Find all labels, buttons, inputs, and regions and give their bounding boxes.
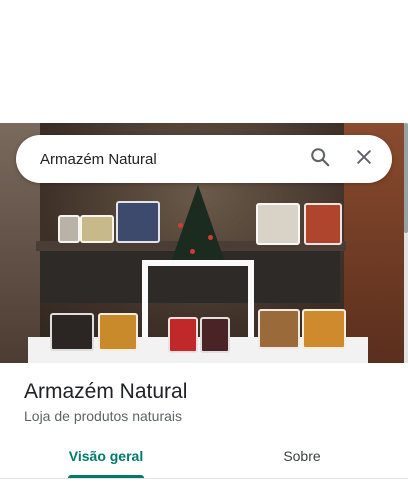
tab-overview[interactable]: Visão geral — [66, 436, 146, 476]
photo-jar — [200, 317, 230, 353]
place-title: Armazém Natural — [24, 380, 188, 403]
place-category: Loja de produtos naturais — [24, 408, 182, 424]
search-input[interactable]: Armazém Natural — [40, 151, 300, 168]
scrollbar[interactable] — [404, 123, 408, 363]
tabs-divider — [0, 478, 408, 479]
photo-ornament — [190, 249, 195, 254]
photo-jar — [50, 313, 94, 351]
tab-about[interactable]: Sobre — [262, 436, 342, 476]
photo-jar — [116, 201, 160, 243]
photo-ornament — [208, 235, 213, 240]
search-icon — [309, 146, 331, 173]
place-tabs: Visão geral Sobre — [0, 436, 408, 478]
photo-jar — [168, 317, 198, 353]
photo-jar — [80, 215, 114, 243]
photo-jar — [58, 215, 80, 243]
photo-jar — [256, 203, 300, 245]
scrollbar-thumb[interactable] — [404, 123, 408, 233]
close-icon — [354, 147, 374, 172]
photo-ornament — [178, 223, 183, 228]
photo-jar — [258, 309, 300, 349]
photo-jar — [302, 309, 346, 349]
photo-jar — [304, 203, 342, 245]
search-bar[interactable]: Armazém Natural — [16, 135, 392, 183]
search-button[interactable] — [300, 139, 340, 179]
photo-jar — [98, 313, 138, 351]
close-button[interactable] — [344, 139, 384, 179]
top-blank-area — [0, 0, 408, 123]
